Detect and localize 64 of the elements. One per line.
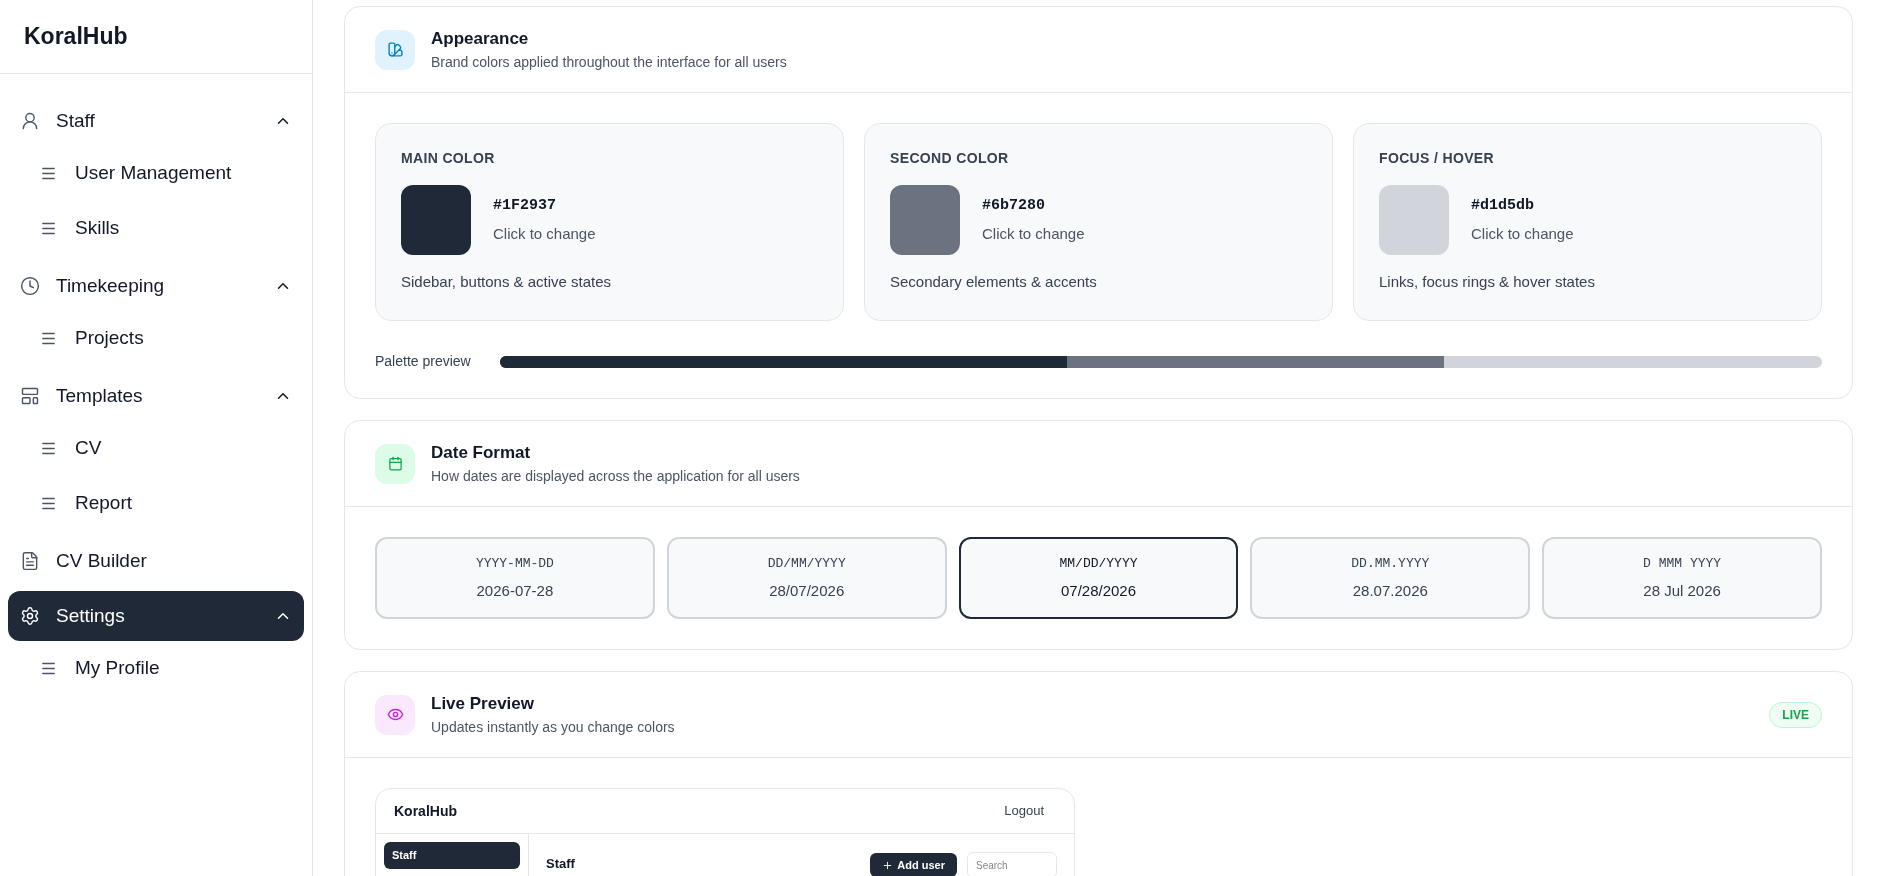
- color-description: Links, focus rings & hover states: [1379, 272, 1596, 292]
- clock-icon: [20, 276, 40, 296]
- menu-lines-icon: [40, 330, 57, 347]
- menu-lines-icon: [40, 220, 57, 237]
- menu-lines-icon: [40, 440, 57, 457]
- change-hint: Click to change: [982, 223, 1085, 244]
- section-subtitle: Updates instantly as you change colors: [431, 717, 676, 737]
- sidebar-item[interactable]: Staff: [8, 96, 304, 146]
- section-title: Appearance: [431, 28, 530, 51]
- eye-icon: [386, 706, 404, 723]
- live-badge: LIVE: [1769, 701, 1822, 728]
- sidebar-subitem[interactable]: User Management: [32, 146, 304, 201]
- section-title: Date Format: [431, 442, 532, 465]
- section-subtitle: How dates are displayed across the application for all users: [431, 466, 801, 486]
- date-format-option[interactable]: MM/DD/YYYY 07/28/2026: [958, 537, 1239, 619]
- date-format-option[interactable]: YYYY-MM-DD 2026-07-28: [375, 537, 655, 619]
- sidebar-item[interactable]: Settings: [8, 591, 304, 641]
- color-description: Secondary elements & accents: [890, 272, 1098, 292]
- calendar-icon: [387, 456, 403, 471]
- sidebar-subitem[interactable]: Report: [32, 476, 304, 531]
- mini-page-title: Staff: [546, 855, 575, 873]
- user-icon: [20, 111, 40, 131]
- sidebar-item[interactable]: Templates: [8, 371, 304, 421]
- color-card[interactable]: FOCUS / HOVER #d1d5db Click to change Links, focus rings & hover states: [1353, 123, 1822, 321]
- document-icon: [20, 551, 40, 571]
- settings-icon: [20, 606, 40, 626]
- color-label: FOCUS / HOVER: [1379, 149, 1495, 168]
- color-swatch[interactable]: [401, 185, 471, 255]
- mini-logout-link[interactable]: Logout: [1004, 801, 1044, 821]
- color-label: SECOND COLOR: [890, 149, 1010, 168]
- menu-lines-icon: [40, 660, 57, 677]
- hex-value: #1F2937: [493, 196, 557, 216]
- sidebar-subitem[interactable]: Skills: [32, 201, 304, 256]
- change-hint: Click to change: [1471, 223, 1574, 244]
- mini-brand-name: KoralHub: [394, 801, 457, 821]
- date-format-option[interactable]: DD/MM/YYYY 28/07/2026: [666, 537, 947, 619]
- swatch-icon: [386, 41, 404, 58]
- date-format-option[interactable]: D MMM YYYY 28 Jul 2026: [1542, 537, 1822, 619]
- add-user-button[interactable]: Add user: [870, 853, 957, 876]
- change-hint: Click to change: [493, 223, 596, 244]
- color-label: MAIN COLOR: [401, 149, 496, 168]
- layout-icon: [20, 386, 40, 406]
- section-title: Live Preview: [431, 693, 535, 716]
- sidebar-item[interactable]: Timekeeping: [8, 261, 304, 311]
- palette-label: Palette preview: [375, 352, 472, 371]
- color-description: Sidebar, buttons & active states: [401, 272, 613, 292]
- mini-nav-item[interactable]: Staff: [384, 842, 520, 869]
- sidebar-subitem[interactable]: My Profile: [32, 641, 304, 696]
- plus-icon: [882, 859, 894, 871]
- color-swatch[interactable]: [1379, 185, 1449, 255]
- color-swatch[interactable]: [890, 185, 960, 255]
- menu-lines-icon: [40, 495, 57, 512]
- sidebar-item[interactable]: CV Builder: [8, 536, 304, 586]
- color-card[interactable]: SECOND COLOR #6b7280 Click to change Secondary elements & accents: [864, 123, 1333, 321]
- menu-lines-icon: [40, 165, 57, 182]
- sidebar-subitem[interactable]: CV: [32, 421, 304, 476]
- search-field[interactable]: Search: [967, 852, 1057, 876]
- hex-value: #d1d5db: [1471, 196, 1535, 216]
- sidebar-subitem[interactable]: Projects: [32, 311, 304, 366]
- brand-name: KoralHub: [24, 22, 128, 52]
- color-card[interactable]: MAIN COLOR #1F2937 Click to change Sidebar, buttons & active states: [375, 123, 844, 321]
- section-subtitle: Brand colors applied throughout the interface for all users: [431, 52, 788, 72]
- hex-value: #6b7280: [982, 196, 1046, 216]
- date-format-option[interactable]: DD.MM.YYYY 28.07.2026: [1250, 537, 1531, 619]
